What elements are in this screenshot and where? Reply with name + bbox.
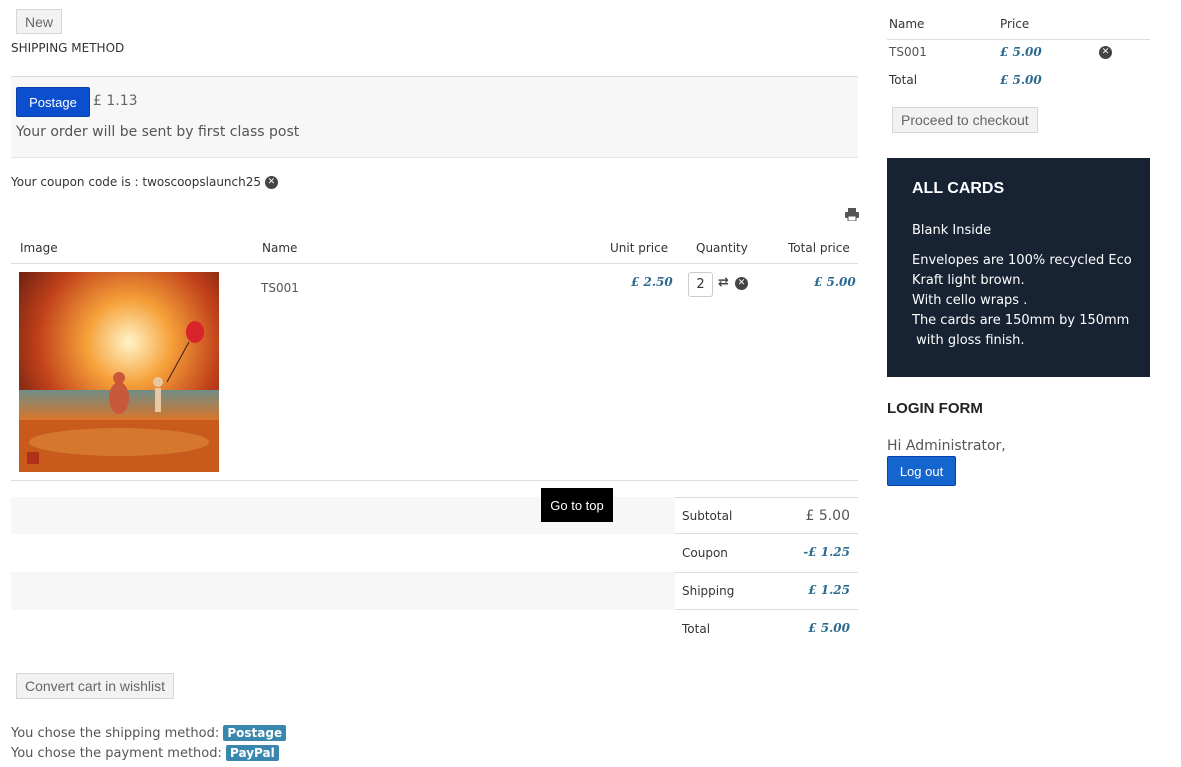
chosen-payment-text: You chose the payment method: <box>11 746 222 761</box>
all-cards-title: ALL CARDS <box>912 180 1005 197</box>
mini-cart: Name Price TS001 £ 5.00 ✕ Total £ 5.00 <box>887 10 1150 98</box>
all-cards-line6: with gloss finish. <box>912 333 1025 348</box>
remove-coupon-icon[interactable]: ✕ <box>264 176 278 189</box>
product-name: TS001 <box>261 281 299 295</box>
shipping-method-heading: SHIPPING METHOD <box>11 41 125 55</box>
all-cards-line3: Kraft light brown. <box>912 273 1025 288</box>
product-image <box>19 272 219 472</box>
mini-cart-price-header: Price <box>1000 17 1030 31</box>
all-cards-line1: Blank Inside <box>912 223 992 238</box>
chosen-payment-line: You chose the payment method: PayPal <box>11 745 279 761</box>
print-icon[interactable] <box>845 208 859 222</box>
login-form-title: LOGIN FORM <box>887 400 983 417</box>
shipping-method-panel: Postage £ 1.13 Your order will be sent b… <box>11 76 858 158</box>
shipping-price: £ 1.13 <box>93 93 138 109</box>
mini-cart-item-price: £ 5.00 <box>1000 45 1042 59</box>
convert-to-wishlist-button[interactable]: Convert cart in wishlist <box>16 673 175 699</box>
new-button[interactable]: New <box>16 9 63 34</box>
col-header-unit-price: Unit price <box>610 241 669 255</box>
logout-button[interactable]: Log out <box>887 456 956 486</box>
mini-cart-name-header: Name <box>889 17 925 31</box>
coupon-info: Your coupon code is : twoscoopslaunch25 … <box>11 175 278 189</box>
shipping-description: Your order will be sent by first class p… <box>16 124 300 140</box>
col-header-total-price: Total price <box>788 241 850 255</box>
col-header-image: Image <box>20 241 58 255</box>
all-cards-panel: ALL CARDS Blank Inside Envelopes are 100… <box>887 158 1150 377</box>
totals-table: Subtotal £ 5.00 Coupon -£ 1.25 Shipping … <box>675 497 858 648</box>
all-cards-line5: The cards are 150mm by 150mm <box>912 313 1130 328</box>
all-cards-line4: With cello wraps . <box>912 293 1028 308</box>
coupon-label: Coupon <box>682 546 728 560</box>
mini-cart-total-label: Total <box>889 73 918 87</box>
chosen-payment-badge: PayPal <box>226 745 279 761</box>
chosen-shipping-text: You chose the shipping method: <box>11 726 220 741</box>
subtotal-label: Subtotal <box>682 509 733 523</box>
shipping-label: Shipping <box>682 584 735 598</box>
total-value: £ 5.00 <box>808 621 850 635</box>
col-header-name: Name <box>262 241 298 255</box>
postage-shipping-button[interactable]: Postage <box>16 87 90 117</box>
quantity-input[interactable] <box>688 272 713 297</box>
subtotal-value: £ 5.00 <box>805 508 850 524</box>
refresh-quantity-icon[interactable]: ⇄ <box>718 275 729 290</box>
login-greeting: Hi Administrator, <box>887 438 1006 454</box>
go-to-top-button[interactable]: Go to top <box>541 488 613 522</box>
shipping-value: £ 1.25 <box>808 583 850 597</box>
mini-cart-item-name: TS001 <box>889 45 927 59</box>
unit-price: £ 2.50 <box>631 275 673 289</box>
chosen-shipping-badge: Postage <box>223 725 287 741</box>
coupon-text: Your coupon code is : twoscoopslaunch25 <box>11 175 262 189</box>
col-header-quantity: Quantity <box>696 241 748 255</box>
chosen-shipping-line: You chose the shipping method: Postage <box>11 725 287 741</box>
coupon-value: -£ 1.25 <box>803 545 850 559</box>
row-total-price: £ 5.00 <box>814 275 856 289</box>
proceed-to-checkout-button[interactable]: Proceed to checkout <box>892 107 1038 133</box>
total-label: Total <box>682 622 711 636</box>
all-cards-line2: Envelopes are 100% recycled Eco <box>912 253 1132 268</box>
mini-cart-total-price: £ 5.00 <box>1000 73 1042 87</box>
mini-cart-remove-icon[interactable]: ✕ <box>1099 46 1112 59</box>
remove-item-icon[interactable]: ✕ <box>735 277 748 290</box>
